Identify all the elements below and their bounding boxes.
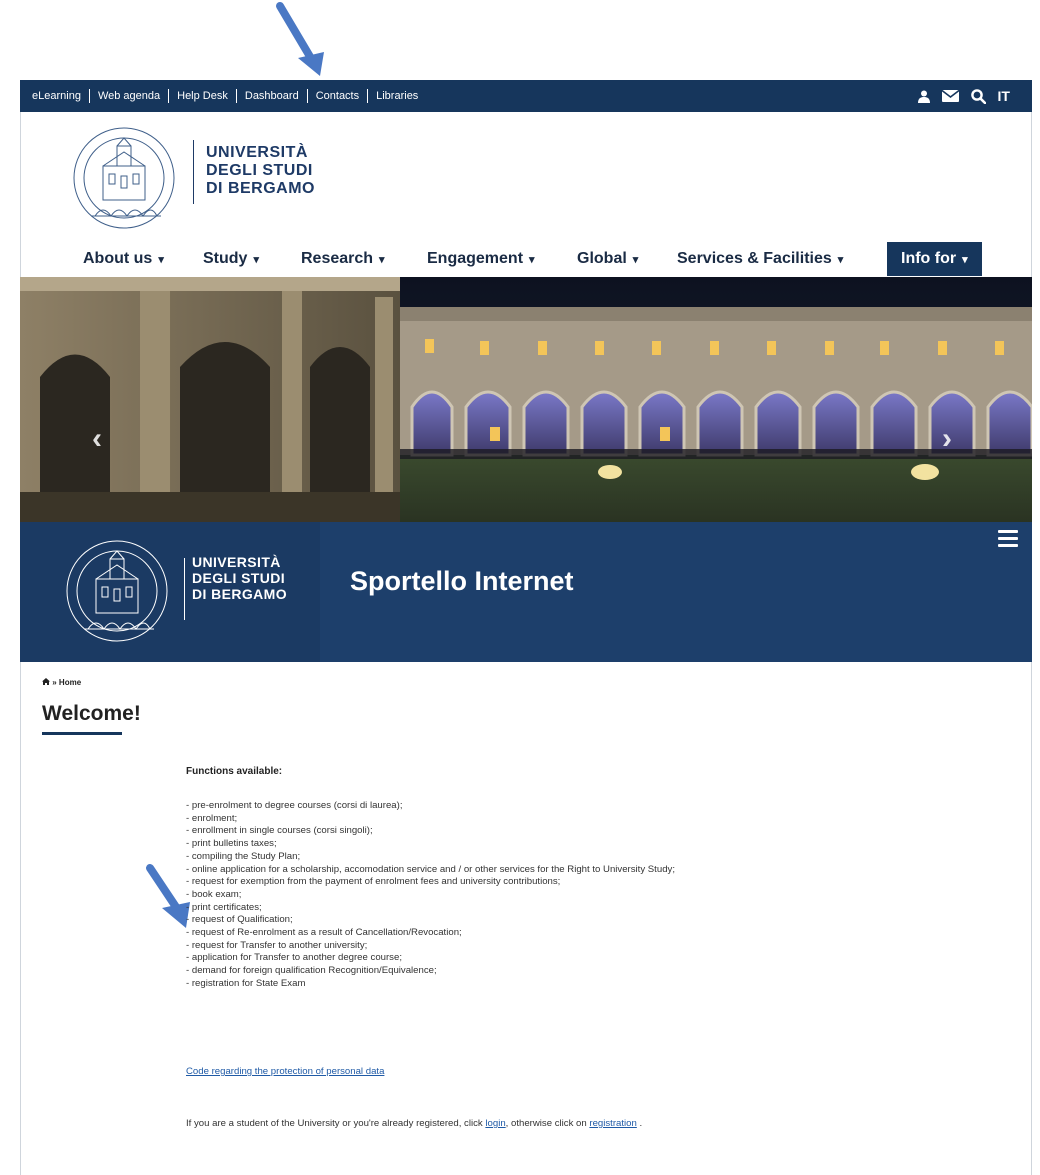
chevron-right-icon[interactable]: › <box>942 422 952 456</box>
banner-title: Sportello Internet <box>350 566 574 596</box>
utility-link-elearning[interactable]: eLearning <box>26 89 89 103</box>
logo-line-2: DEGLI STUDI <box>206 162 313 179</box>
instructions-prefix: If you are a student of the University o… <box>186 1118 483 1129</box>
caret-down-icon: ▾ <box>529 253 535 266</box>
page-title: Welcome! <box>42 702 141 725</box>
caret-down-icon: ▾ <box>962 253 968 266</box>
utility-link-libraries[interactable]: Libraries <box>367 89 426 103</box>
nav-about-us[interactable]: About us ▾ <box>83 242 164 276</box>
list-item: - online application for a scholarship, … <box>186 863 675 875</box>
nav-study[interactable]: Study ▾ <box>203 242 259 276</box>
instructions-suffix: . <box>639 1118 643 1129</box>
university-seal-logo[interactable] <box>69 126 179 232</box>
utility-link-help-desk[interactable]: Help Desk <box>168 89 236 103</box>
title-underline <box>42 732 122 735</box>
home-icon[interactable] <box>42 678 52 687</box>
list-item: - compiling the Study Plan; <box>186 850 301 862</box>
nav-label: About us <box>83 250 153 267</box>
registration-link[interactable]: registration <box>589 1118 636 1129</box>
list-item: - request of Qualification; <box>186 914 293 926</box>
nav-label: Services & Facilities <box>677 250 832 267</box>
nav-label: Info for <box>901 250 957 267</box>
nav-info-for[interactable]: Info for ▾ <box>887 242 982 276</box>
list-item: - application for Transfer to another de… <box>186 952 402 964</box>
logo-line-3: DI BERGAMO <box>206 180 315 197</box>
caret-down-icon: ▾ <box>837 253 844 266</box>
university-name-logo[interactable]: UNIVERSITÀ DEGLI STUDI DI BERGAMO <box>206 144 315 198</box>
list-item: - request for Transfer to another univer… <box>186 939 368 951</box>
list-item: - request of Re-enrolment as a result of… <box>186 927 462 939</box>
caret-down-icon: ▾ <box>158 253 164 266</box>
list-item: - registration for State Exam <box>186 977 306 989</box>
logo-line-1: UNIVERSITÀ <box>206 144 308 161</box>
site-header: UNIVERSITÀ DEGLI STUDI DI BERGAMO About … <box>21 112 1031 277</box>
main-navigation: About us ▾ Study ▾ Research ▾ Engagement ▾ G… <box>83 242 1013 276</box>
privacy-policy-link[interactable]: Code regarding the protection of persona… <box>186 1066 384 1077</box>
caret-down-icon: ▾ <box>253 253 259 266</box>
sportello-banner: UNIVERSITÀ DEGLI STUDI DI BERGAMO Sporte… <box>20 522 1032 662</box>
list-item: - book exam; <box>186 888 242 900</box>
list-item: - print certificates; <box>186 901 262 913</box>
breadcrumb: » Home <box>42 678 81 687</box>
hero-photo-cloister <box>20 277 1032 522</box>
banner-logo-line-2: DEGLI STUDI <box>192 570 286 586</box>
nav-research[interactable]: Research ▾ <box>301 242 385 276</box>
hero-slider: ‹ › <box>20 277 1032 522</box>
nav-global[interactable]: Global ▾ <box>577 242 638 276</box>
utility-links: eLearning Web agenda Help Desk Dashboard… <box>20 89 426 103</box>
banner-logo-divider <box>184 558 185 620</box>
login-instructions: If you are a student of the University o… <box>186 1118 642 1129</box>
utility-link-dashboard[interactable]: Dashboard <box>235 89 307 103</box>
utility-link-web-agenda[interactable]: Web agenda <box>88 89 168 103</box>
top-utility-bar: eLearning Web agenda Help Desk Dashboard… <box>20 80 1032 112</box>
caret-down-icon: ▾ <box>632 253 639 266</box>
university-seal-logo-white[interactable] <box>62 538 172 646</box>
annotation-arrow-dashboard <box>276 2 324 76</box>
nav-label: Engagement <box>427 250 524 267</box>
instructions-middle: , otherwise click on <box>505 1118 587 1129</box>
banner-university-name: UNIVERSITÀ DEGLI STUDI DI BERGAMO <box>192 554 287 602</box>
nav-engagement[interactable]: Engagement ▾ <box>427 242 535 276</box>
chevron-left-icon[interactable]: ‹ <box>92 422 102 456</box>
banner-logo-line-3: DI BERGAMO <box>192 586 287 602</box>
list-item: - request for exemption from the payment… <box>186 876 561 888</box>
nav-services-facilities[interactable]: Services & Facilities ▾ <box>677 242 843 276</box>
nav-label: Study <box>203 250 248 267</box>
hamburger-menu-icon[interactable] <box>998 530 1018 548</box>
login-link[interactable]: login <box>485 1118 505 1129</box>
utility-link-contacts[interactable]: Contacts <box>306 89 367 103</box>
mail-icon[interactable] <box>941 90 959 102</box>
nav-label: Global <box>577 250 627 267</box>
functions-list: - pre-enrolment to degree courses (corsi… <box>186 800 675 991</box>
caret-down-icon: ▾ <box>379 253 385 266</box>
list-item: - print bulletins taxes; <box>186 838 277 850</box>
nav-label: Research <box>301 250 374 267</box>
search-icon[interactable] <box>970 88 986 104</box>
breadcrumb-separator: » <box>52 678 57 687</box>
language-switch[interactable]: IT <box>998 88 1010 104</box>
list-item: - pre-enrolment to degree courses (corsi… <box>186 800 403 811</box>
logo-divider <box>193 140 194 204</box>
list-item: - enrolment; <box>186 812 238 824</box>
banner-logo-line-1: UNIVERSITÀ <box>192 554 281 570</box>
list-item: - demand for foreign qualification Recog… <box>186 965 437 977</box>
list-item: - enrollment in single courses (corsi si… <box>186 825 373 837</box>
functions-heading: Functions available: <box>186 766 283 777</box>
utility-tools: IT <box>917 80 1010 112</box>
user-icon[interactable] <box>917 90 930 103</box>
banner-logo-area: UNIVERSITÀ DEGLI STUDI DI BERGAMO <box>20 522 320 662</box>
breadcrumb-home[interactable]: Home <box>59 678 81 687</box>
